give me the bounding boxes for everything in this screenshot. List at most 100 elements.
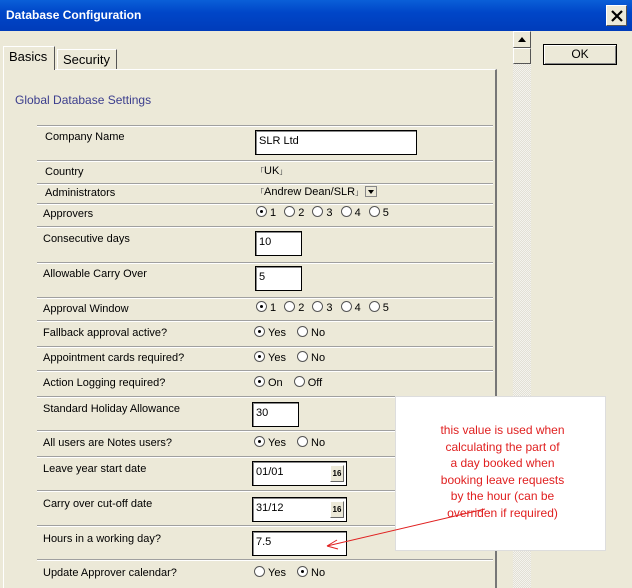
administrators-label: Administrators xyxy=(45,187,116,199)
row-separator xyxy=(37,559,493,561)
update-approver-calendar-label: Update Approver calendar? xyxy=(43,567,177,579)
row-separator xyxy=(37,262,493,264)
radio-icon xyxy=(254,566,265,577)
row-separator xyxy=(37,370,493,372)
row-separator xyxy=(37,320,493,322)
all-users-notes-radio-group: Yes No xyxy=(254,436,330,450)
leave-year-start-input[interactable]: 01/01 16 xyxy=(252,461,347,486)
radio-icon xyxy=(256,301,267,312)
radio-icon xyxy=(312,206,324,217)
carry-over-cutoff-input[interactable]: 31/12 16 xyxy=(252,497,347,522)
radio-icon xyxy=(297,326,309,337)
row-separator xyxy=(37,203,493,205)
allowable-carry-over-label: Allowable Carry Over xyxy=(43,268,147,280)
standard-holiday-label: Standard Holiday Allowance xyxy=(43,403,180,415)
country-label: Country xyxy=(45,166,84,178)
window-title: Database Configuration xyxy=(6,8,142,22)
approvers-option-2[interactable]: 2 xyxy=(284,206,304,219)
company-name-label: Company Name xyxy=(45,131,125,143)
approvers-option-5[interactable]: 5 xyxy=(368,206,389,219)
annotation-line: by the hour (can be xyxy=(450,489,555,503)
fallback-approval-no[interactable]: No xyxy=(297,326,325,339)
scroll-thumb[interactable] xyxy=(513,48,531,64)
scroll-up-button[interactable] xyxy=(513,31,531,48)
radio-icon xyxy=(368,206,380,217)
appointment-cards-radio-group: Yes No xyxy=(254,351,330,365)
approval-window-label: Approval Window xyxy=(43,303,129,315)
country-value: UK xyxy=(264,165,280,177)
radio-icon xyxy=(297,351,309,362)
row-separator xyxy=(37,346,493,348)
all-users-notes-yes[interactable]: Yes xyxy=(254,436,286,449)
fallback-approval-radio-group: Yes No xyxy=(254,326,330,340)
radio-icon xyxy=(254,351,265,362)
approvers-radio-group: 1 2 3 4 5 xyxy=(256,206,394,220)
section-title: Global Database Settings xyxy=(15,93,152,107)
radio-icon xyxy=(297,436,309,447)
annotation-line: this value is used when xyxy=(440,423,565,437)
arrow-up-icon xyxy=(518,37,526,42)
ok-button[interactable]: OK xyxy=(543,44,617,65)
approval-window-option-5[interactable]: 5 xyxy=(368,301,389,314)
radio-icon xyxy=(254,376,265,387)
annotation-callout: this value is used when calculating the … xyxy=(395,396,606,551)
dropdown-arrow-icon[interactable] xyxy=(365,186,378,197)
annotation-line: calculating the part of xyxy=(445,439,560,454)
action-logging-radio-group: On Off xyxy=(254,376,327,390)
title-bar: Database Configuration xyxy=(0,0,632,31)
approvers-option-3[interactable]: 3 xyxy=(312,206,333,219)
standard-holiday-input[interactable]: 30 xyxy=(252,402,299,427)
consecutive-days-input[interactable]: 10 xyxy=(255,231,302,256)
row-separator xyxy=(37,125,493,127)
radio-icon xyxy=(297,566,309,577)
update-approver-calendar-radio-group: Yes No xyxy=(254,566,330,580)
carry-over-cutoff-value: 31/12 xyxy=(256,502,284,514)
approval-window-radio-group: 1 2 3 4 5 xyxy=(256,301,394,315)
country-field[interactable]: 「UK」 xyxy=(256,165,287,177)
approval-window-option-4[interactable]: 4 xyxy=(340,301,361,314)
radio-icon xyxy=(293,376,305,387)
row-separator xyxy=(37,160,493,162)
hours-working-day-label: Hours in a working day? xyxy=(43,533,162,545)
administrators-field[interactable]: 「Andrew Dean/SLR」 xyxy=(256,186,378,198)
action-logging-label: Action Logging required? xyxy=(43,377,166,389)
radio-icon xyxy=(254,326,265,337)
radio-icon xyxy=(254,436,265,447)
fallback-approval-yes[interactable]: Yes xyxy=(254,326,286,339)
approval-window-option-1[interactable]: 1 xyxy=(256,301,276,314)
calendar-icon[interactable]: 16 xyxy=(330,501,344,518)
radio-icon xyxy=(284,206,296,217)
close-icon xyxy=(611,10,623,22)
row-separator xyxy=(37,297,493,299)
leave-year-start-label: Leave year start date xyxy=(43,463,147,475)
close-button[interactable] xyxy=(606,5,627,26)
allowable-carry-over-input[interactable]: 5 xyxy=(255,266,302,291)
annotation-text: this value is used when calculating the … xyxy=(410,422,595,521)
annotation-line: overriden if required) xyxy=(447,505,558,520)
action-logging-off[interactable]: Off xyxy=(293,376,322,389)
all-users-notes-label: All users are Notes users? xyxy=(43,437,172,449)
appointment-cards-yes[interactable]: Yes xyxy=(254,351,286,364)
all-users-notes-no[interactable]: No xyxy=(297,436,325,449)
appointment-cards-no[interactable]: No xyxy=(297,351,325,364)
tab-security[interactable]: Security xyxy=(57,49,117,69)
approvers-option-4[interactable]: 4 xyxy=(340,206,361,219)
radio-icon xyxy=(312,301,324,312)
administrators-value: Andrew Dean/SLR xyxy=(264,186,356,198)
calendar-icon[interactable]: 16 xyxy=(330,465,344,482)
hours-working-day-input[interactable]: 7.5 xyxy=(252,531,347,556)
row-separator xyxy=(37,226,493,228)
tab-basics[interactable]: Basics xyxy=(3,46,55,70)
approvers-option-1[interactable]: 1 xyxy=(256,206,276,219)
update-approver-calendar-no[interactable]: No xyxy=(297,566,325,579)
leave-year-start-value: 01/01 xyxy=(256,466,284,478)
approval-window-option-2[interactable]: 2 xyxy=(284,301,304,314)
action-logging-on[interactable]: On xyxy=(254,376,283,389)
company-name-input[interactable]: SLR Ltd xyxy=(255,130,417,155)
approval-window-option-3[interactable]: 3 xyxy=(312,301,333,314)
annotation-line: booking leave requests xyxy=(440,472,565,487)
update-approver-calendar-yes[interactable]: Yes xyxy=(254,566,286,579)
appointment-cards-label: Appointment cards required? xyxy=(43,352,185,364)
radio-icon xyxy=(368,301,380,312)
approvers-label: Approvers xyxy=(43,208,94,220)
